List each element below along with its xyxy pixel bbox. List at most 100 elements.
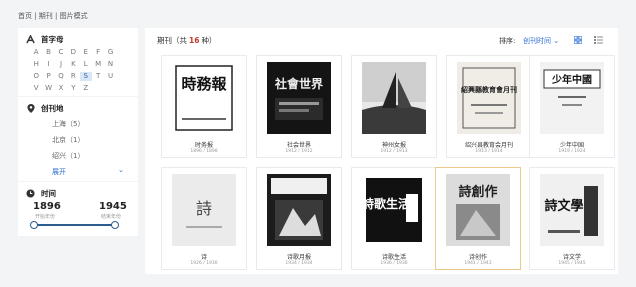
journal-card-shaoxingjiaoyu[interactable]: 紹興縣教育會月刊 绍兴县教育会月刊 1913 / 1914 <box>446 55 532 158</box>
svg-text:詩創作: 詩創作 <box>458 184 497 200</box>
start-year-label: 开始年份 <box>35 214 56 220</box>
svg-text:社會世界: 社會世界 <box>274 76 323 91</box>
letter-a[interactable]: A <box>30 48 42 57</box>
journal-cover-image: 少年中國 <box>540 62 604 134</box>
journal-card-shiwubao[interactable]: 時務報 时务报 1896 / 1898 <box>161 55 247 158</box>
journal-count: 16 <box>189 36 200 45</box>
letter-x[interactable]: X <box>55 84 67 93</box>
letter-z[interactable]: Z <box>80 84 92 93</box>
journal-years: 1934 / 1934 <box>285 261 313 266</box>
journal-years: 1926 / 1930 <box>190 261 218 266</box>
list-view-icon[interactable] <box>594 36 603 44</box>
breadcrumb: 首页 | 期刊 | 图片模式 <box>18 12 88 20</box>
journal-card-shigeshenghuo[interactable]: 詩歌生活 诗歌生活 1936 / 1936 <box>351 167 437 270</box>
end-year: 1945 <box>99 201 127 212</box>
letter-h[interactable]: H <box>30 60 42 69</box>
year-range-track[interactable] <box>33 224 115 226</box>
place-item-shanghai[interactable]: 上海（5） <box>52 119 84 135</box>
alphabet-filter-title: 首字母 <box>41 35 64 44</box>
place-item-shaoxing[interactable]: 绍兴（1） <box>52 151 84 167</box>
time-filter-panel: 时间 1896 1945 开始年份 结束年份 <box>18 182 138 236</box>
journal-years: 1912 / 1912 <box>285 149 313 154</box>
journal-title[interactable]: 绍兴县教育会月刊 <box>447 140 531 149</box>
journal-title[interactable]: 诗歌生活 <box>352 252 436 261</box>
letter-c[interactable]: C <box>55 48 67 57</box>
letter-k[interactable]: K <box>67 60 79 69</box>
journal-title[interactable]: 诗 <box>162 252 246 261</box>
place-filter-header: 创刊地 <box>26 103 64 114</box>
journal-card-shenzhounvbao[interactable]: 神州女报 1912 / 1913 <box>351 55 437 158</box>
time-filter-header: 时间 <box>26 188 56 199</box>
journal-title[interactable]: 诗创作 <box>436 252 520 261</box>
journal-title[interactable]: 少年中国 <box>530 140 614 149</box>
journal-cover-image: 社會世界 <box>267 62 331 134</box>
journal-card-shehuishijie[interactable]: 社會世界 社会世界 1912 / 1912 <box>256 55 342 158</box>
letter-d[interactable]: D <box>67 48 79 57</box>
journal-years: 1919 / 1924 <box>558 149 586 154</box>
place-filter-panel: 创刊地 上海（5） 北京（1） 绍兴（1） 展开 ⌄ <box>18 97 138 181</box>
end-year-label: 结束年份 <box>101 214 122 220</box>
letter-l[interactable]: L <box>80 60 92 69</box>
journal-years: 1896 / 1898 <box>190 149 218 154</box>
journal-card-shiwenxue[interactable]: 詩文學 诗文学 1945 / 1945 <box>529 167 615 270</box>
journal-cover-image: 詩創作 <box>446 174 510 246</box>
journal-cover-image: 詩歌生活 <box>362 174 426 246</box>
letter-e[interactable]: E <box>80 48 92 57</box>
alphabet-filter-header: 首字母 <box>26 34 64 45</box>
journal-cover-image <box>362 62 426 134</box>
letter-w[interactable]: W <box>42 84 54 93</box>
letter-p[interactable]: P <box>42 72 54 81</box>
letter-y[interactable]: Y <box>67 84 79 93</box>
letter-r[interactable]: R <box>67 72 79 81</box>
journal-years: 1912 / 1913 <box>380 149 408 154</box>
grid-view-icon[interactable] <box>573 35 583 45</box>
svg-text:詩歌生活: 詩歌生活 <box>362 196 410 211</box>
journal-card-shigeyuebao[interactable]: 诗歌月报 1934 / 1934 <box>256 167 342 270</box>
end-year-handle[interactable] <box>111 221 119 229</box>
svg-text:紹興縣教育會月刊: 紹興縣教育會月刊 <box>461 85 517 94</box>
journal-gallery-panel: 期刊（共 16 种） 排序: 创刊时间 ⌄ 時務報 时务报 1896 / 1898 … <box>145 28 618 274</box>
letter-j[interactable]: J <box>55 60 67 69</box>
journal-card-shi[interactable]: 詩 诗 1926 / 1930 <box>161 167 247 270</box>
letter-i[interactable]: I <box>42 60 54 69</box>
letter-v[interactable]: V <box>30 84 42 93</box>
letter-n[interactable]: N <box>104 60 116 69</box>
start-year: 1896 <box>33 201 61 212</box>
start-year-handle[interactable] <box>30 221 38 229</box>
place-filter-title: 创刊地 <box>41 104 64 113</box>
letter-u[interactable]: U <box>104 72 116 81</box>
journal-cover-image: 詩文學 <box>540 174 604 246</box>
location-pin-icon <box>26 104 35 113</box>
journal-title[interactable]: 社会世界 <box>257 140 341 149</box>
letter-b[interactable]: B <box>42 48 54 57</box>
expand-places-link[interactable]: 展开 <box>52 167 66 177</box>
letter-m[interactable]: M <box>92 60 104 69</box>
letter-a-icon <box>26 35 35 44</box>
chevron-down-icon[interactable]: ⌄ <box>118 166 124 174</box>
journal-cover-image: 詩 <box>172 174 236 246</box>
svg-text:詩: 詩 <box>196 199 212 218</box>
journal-card-shaonianzhongguo[interactable]: 少年中國 少年中国 1919 / 1924 <box>529 55 615 158</box>
journal-cover-image: 時務報 <box>172 62 236 134</box>
svg-text:少年中國: 少年中國 <box>551 73 592 86</box>
svg-text:詩文學: 詩文學 <box>544 198 583 214</box>
letter-s[interactable]: S <box>79 72 92 81</box>
letter-q[interactable]: Q <box>55 72 67 81</box>
clock-icon <box>26 189 35 198</box>
journal-title[interactable]: 时务报 <box>162 140 246 149</box>
journal-title[interactable]: 诗歌月报 <box>257 252 341 261</box>
alphabet-filter-panel: 首字母 ABCDEFG HIJKLMN OPQRSTU VWXYZ <box>18 28 138 96</box>
journal-card-shichuangzuo[interactable]: 詩創作 诗创作 1941 / 1943 <box>435 167 521 270</box>
letter-g[interactable]: G <box>104 48 116 57</box>
journal-title[interactable]: 神州女报 <box>352 140 436 149</box>
journal-title[interactable]: 诗文学 <box>530 252 614 261</box>
letter-f[interactable]: F <box>92 48 104 57</box>
place-item-beijing[interactable]: 北京（1） <box>52 135 84 151</box>
journal-years: 1936 / 1936 <box>380 261 408 266</box>
letter-o[interactable]: O <box>30 72 42 81</box>
sort-dropdown[interactable]: 创刊时间 ⌄ <box>523 36 559 46</box>
svg-text:時務報: 時務報 <box>181 75 227 93</box>
letter-t[interactable]: T <box>92 72 104 81</box>
journal-years: 1945 / 1945 <box>558 261 586 266</box>
journal-cover-image: 紹興縣教育會月刊 <box>457 62 521 134</box>
